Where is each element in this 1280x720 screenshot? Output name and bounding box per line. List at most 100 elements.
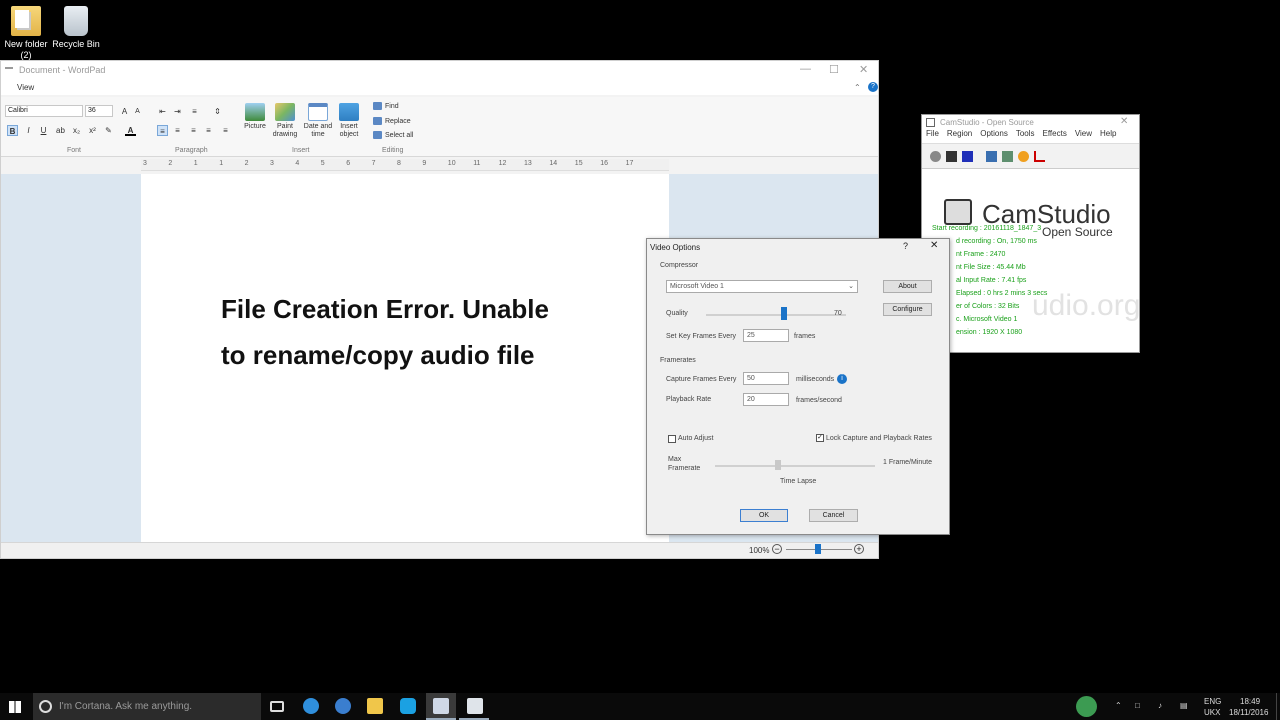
- record-icon[interactable]: [930, 150, 941, 162]
- desktop-icon-new-folder[interactable]: New folder (2): [0, 6, 52, 61]
- font-size-select[interactable]: 36: [85, 105, 113, 117]
- font-family-select[interactable]: Calibri: [5, 105, 83, 117]
- cortana-search-box[interactable]: I'm Cortana. Ask me anything.: [33, 693, 261, 720]
- camstudio-titlebar[interactable]: CamStudio - Open Source ✕: [922, 115, 1139, 129]
- menu-tools[interactable]: Tools: [1016, 129, 1035, 143]
- document-page[interactable]: File Creation Error. Unable to rename/co…: [141, 174, 669, 542]
- autopan-icon[interactable]: [1034, 150, 1045, 162]
- keyboard-icon[interactable]: ▤: [1180, 701, 1188, 710]
- find-button[interactable]: Find: [373, 102, 399, 110]
- camstudio-icon[interactable]: [467, 698, 483, 714]
- keyframes-input[interactable]: 25: [743, 329, 789, 342]
- strikethrough-button[interactable]: ab: [55, 125, 66, 136]
- close-button[interactable]: ✕: [859, 63, 868, 76]
- quality-slider-thumb[interactable]: [781, 307, 787, 320]
- menu-options[interactable]: Options: [980, 129, 1008, 143]
- zoom-slider-thumb[interactable]: [815, 544, 821, 554]
- file-explorer-icon[interactable]: [367, 698, 383, 714]
- justify-button[interactable]: ≡: [203, 125, 214, 136]
- show-desktop-button[interactable]: [1276, 693, 1280, 720]
- wordpad-titlebar[interactable]: Document - WordPad: [1, 61, 878, 79]
- zoom-out-button[interactable]: −: [772, 544, 782, 554]
- help-button[interactable]: ?: [903, 241, 908, 251]
- chevron-down-icon: ⌄: [848, 283, 854, 290]
- recording-stat: ension : 1920 X 1080: [956, 329, 1023, 336]
- camstudio-app-icon: [926, 118, 935, 127]
- chrome-icon[interactable]: [335, 698, 351, 714]
- capture-input[interactable]: 50: [743, 372, 789, 385]
- align-left-button[interactable]: ≡: [157, 125, 168, 136]
- taskbar: I'm Cortana. Ask me anything. ⌃ □ ♪ ▤ EN…: [0, 693, 1280, 720]
- clock-time[interactable]: 18:49: [1240, 697, 1260, 706]
- camstudio-menu-bar: File Region Options Tools Effects View H…: [922, 129, 1139, 143]
- tab-view[interactable]: View: [1, 83, 42, 92]
- line-spacing-button[interactable]: ⇕: [212, 106, 223, 117]
- start-button[interactable]: [9, 701, 21, 713]
- cancel-button[interactable]: Cancel: [809, 509, 858, 522]
- ruler-number: 6: [346, 160, 351, 167]
- align-right-button[interactable]: ≡: [188, 125, 199, 136]
- about-button[interactable]: About: [883, 280, 932, 293]
- recording-stat: al Input Rate : 7.41 fps: [956, 277, 1027, 284]
- underline-button[interactable]: U: [38, 125, 49, 136]
- framerate-slider-thumb[interactable]: [775, 460, 781, 470]
- superscript-button[interactable]: x²: [87, 125, 98, 136]
- collapse-ribbon-icon[interactable]: ⌃: [854, 83, 861, 92]
- info-icon[interactable]: i: [837, 374, 847, 384]
- highlight-color-button[interactable]: ✎: [103, 125, 114, 136]
- italic-button[interactable]: I: [23, 125, 34, 136]
- menu-region[interactable]: Region: [947, 129, 972, 143]
- ruler-number: 7: [371, 160, 376, 167]
- select-all-button[interactable]: Select all: [373, 131, 413, 139]
- menu-help[interactable]: Help: [1100, 129, 1116, 143]
- framerate-slider-track[interactable]: [715, 465, 875, 467]
- edge-icon[interactable]: [303, 698, 319, 714]
- status-bar: 100% − +: [1, 542, 878, 558]
- desktop-icon-recycle-bin[interactable]: Recycle Bin: [50, 6, 102, 50]
- shrink-font-button[interactable]: A: [132, 106, 143, 117]
- compressor-select[interactable]: Microsoft Video 1 ⌄: [666, 280, 858, 293]
- menu-effects[interactable]: Effects: [1043, 129, 1067, 143]
- pause-icon[interactable]: [946, 150, 957, 162]
- configure-button[interactable]: Configure: [883, 303, 932, 316]
- paint-drawing-button[interactable]: Paint drawing: [267, 101, 303, 139]
- menu-file[interactable]: File: [926, 129, 939, 143]
- playback-input[interactable]: 20: [743, 393, 789, 406]
- maximize-button[interactable]: ☐: [829, 63, 839, 76]
- settings-gear-icon[interactable]: [1018, 150, 1029, 162]
- ok-button[interactable]: OK: [740, 509, 788, 522]
- annotation-icon[interactable]: [986, 150, 997, 162]
- increase-indent-button[interactable]: ⇥: [172, 106, 183, 117]
- dialog-title: Video Options: [650, 242, 701, 252]
- menu-view[interactable]: View: [1075, 129, 1092, 143]
- task-view-icon[interactable]: [270, 701, 284, 712]
- show-hidden-icons-chevron[interactable]: ⌃: [1115, 701, 1122, 710]
- ruler[interactable]: 3 2 1 1 2 3 4 5 6 7 8 9 10 11 12 13 14 15 16 17: [141, 159, 669, 171]
- auto-adjust-checkbox[interactable]: [668, 435, 676, 443]
- decrease-indent-button[interactable]: ⇤: [157, 106, 168, 117]
- align-center-button[interactable]: ≡: [172, 125, 183, 136]
- dialog-titlebar[interactable]: Video Options ? ✕: [647, 239, 949, 255]
- network-icon[interactable]: □: [1135, 701, 1140, 710]
- stop-icon[interactable]: [962, 150, 973, 162]
- insert-object-button[interactable]: Insert object: [331, 101, 367, 139]
- grow-font-button[interactable]: A: [119, 106, 130, 117]
- minimize-button[interactable]: —: [800, 63, 811, 75]
- close-button[interactable]: ✕: [1120, 116, 1128, 127]
- help-icon[interactable]: ?: [868, 82, 878, 92]
- text-color-button[interactable]: A: [125, 125, 136, 136]
- bullets-button[interactable]: ≡: [189, 106, 200, 117]
- bold-button[interactable]: B: [7, 125, 18, 136]
- subscript-button[interactable]: x₂: [71, 125, 82, 136]
- language-indicator[interactable]: ENG: [1204, 697, 1221, 706]
- close-button[interactable]: ✕: [930, 240, 938, 251]
- zoom-in-button[interactable]: +: [854, 544, 864, 554]
- quality-slider-track[interactable]: [706, 314, 846, 316]
- replace-button[interactable]: Replace: [373, 117, 411, 125]
- volume-icon[interactable]: ♪: [1158, 701, 1162, 710]
- skype-icon[interactable]: [400, 698, 416, 714]
- lock-rates-checkbox[interactable]: ✓: [816, 434, 824, 442]
- video-icon[interactable]: [1002, 150, 1013, 162]
- activity-monitor-icon[interactable]: [1076, 696, 1097, 717]
- paragraph-button[interactable]: ≡: [220, 125, 231, 136]
